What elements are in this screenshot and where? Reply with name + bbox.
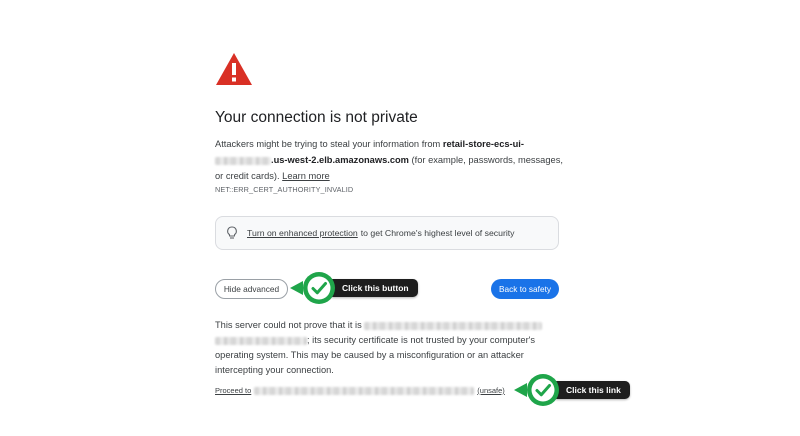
description-text: Attackers might be trying to steal your …	[215, 136, 565, 184]
redacted-host	[364, 321, 543, 330]
advanced-detail-text: This server could not prove that it is ;…	[215, 318, 565, 378]
callout-label: Click this link	[552, 381, 630, 399]
enhanced-protection-link[interactable]: Turn on enhanced protection	[247, 228, 358, 238]
hide-advanced-button[interactable]: Hide advanced	[215, 279, 288, 299]
check-circle-icon	[527, 374, 559, 406]
detail-start: This server could not prove that it is	[215, 320, 365, 330]
host-part2: .us-west-2.elb.amazonaws.com	[271, 155, 409, 165]
proceed-unsafe-link[interactable]: (unsafe)	[477, 386, 505, 395]
enhanced-protection-text: to get Chrome's highest level of securit…	[360, 228, 515, 238]
proceed-link-row: Proceed to (unsafe)	[215, 386, 505, 395]
host-part1: retail-store-ecs-ui-	[442, 139, 524, 149]
check-circle-icon	[303, 272, 335, 304]
error-code: NET::ERR_CERT_AUTHORITY_INVALID	[215, 185, 354, 194]
redacted-host	[215, 156, 271, 165]
back-to-safety-button[interactable]: Back to safety	[491, 279, 559, 299]
redacted-host	[215, 336, 307, 345]
lightbulb-icon	[227, 226, 237, 239]
interstitial-page: Your connection is not private Attackers…	[0, 0, 800, 436]
learn-more-link[interactable]: Learn more	[282, 171, 330, 181]
enhanced-protection-box: Turn on enhanced protection to get Chrom…	[215, 216, 559, 250]
callout-label: Click this button	[328, 279, 418, 297]
proceed-link[interactable]: Proceed to	[215, 386, 251, 395]
description-intro: Attackers might be trying to steal your …	[215, 139, 443, 149]
redacted-host	[254, 386, 475, 395]
page-title: Your connection is not private	[215, 109, 418, 126]
warning-triangle-icon	[216, 53, 252, 85]
